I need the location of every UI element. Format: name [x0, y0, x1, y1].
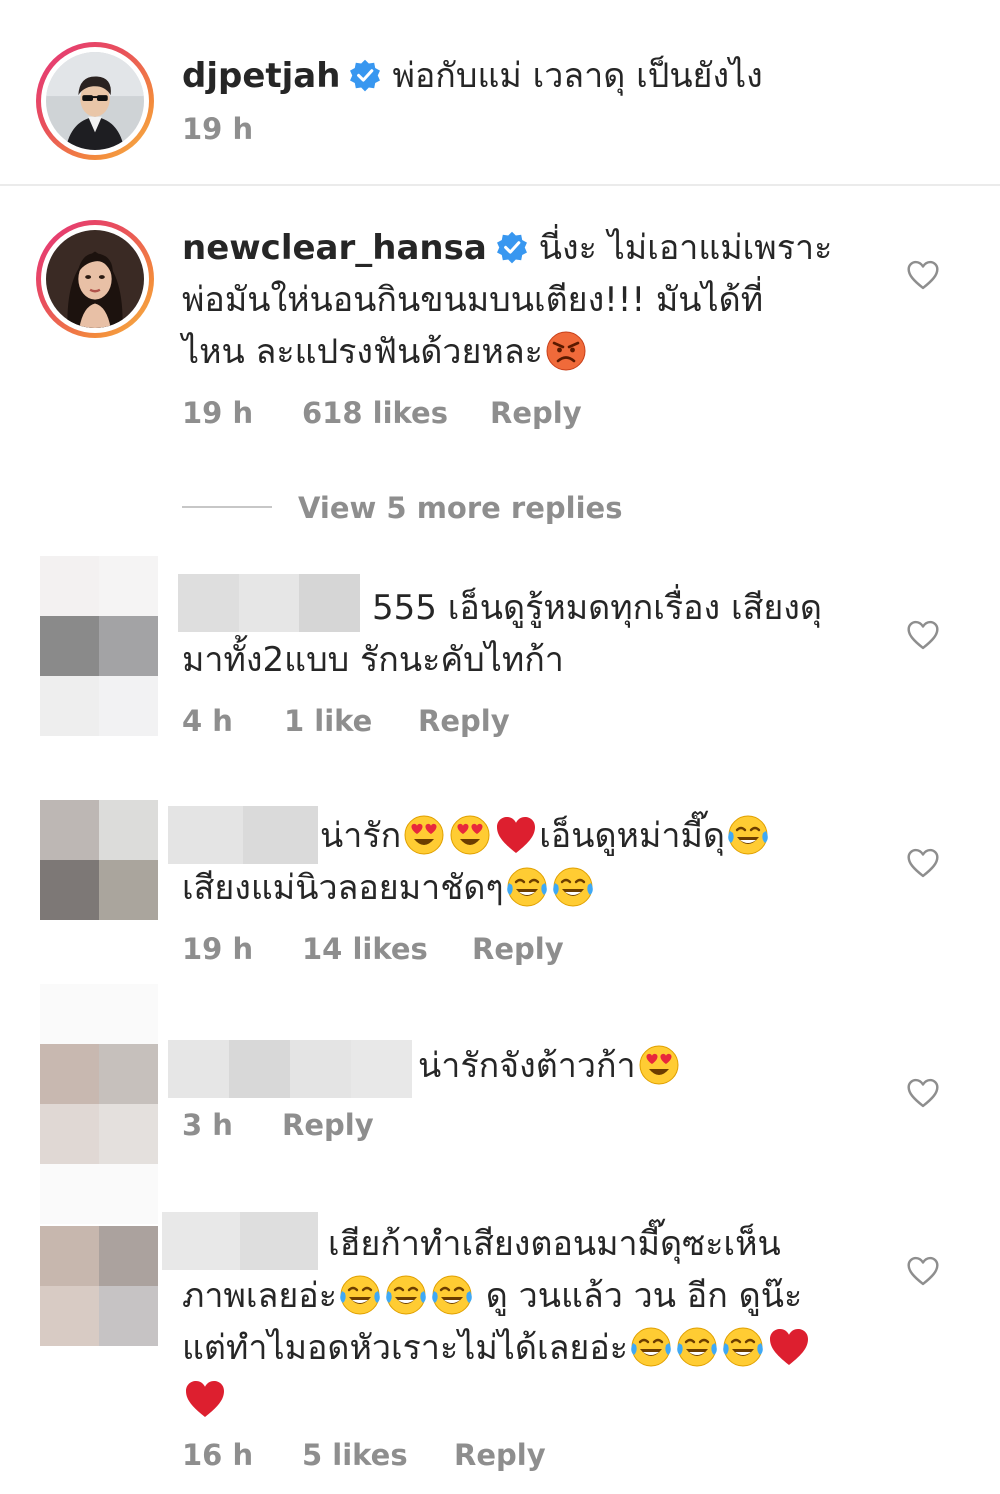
- comment-likes[interactable]: 618 likes: [302, 396, 448, 430]
- post-username[interactable]: djpetjah: [182, 56, 340, 96]
- reply-button[interactable]: Reply: [472, 932, 564, 966]
- tears-of-joy-emoji: [551, 865, 595, 909]
- view-replies-button[interactable]: View 5 more replies: [298, 491, 622, 525]
- comment-time: 19 h: [182, 396, 254, 430]
- red-heart-emoji: [494, 813, 538, 857]
- comment-text: น่ารัก: [320, 816, 402, 856]
- tears-of-joy-emoji: [675, 1325, 719, 1369]
- avatar[interactable]: [46, 230, 144, 328]
- comment-text: เฮียก้าทำเสียงตอนมามี๊ดุซะเห็น: [328, 1224, 781, 1264]
- comment-text: ดู วนแล้ว วน อีก ดูน๊ะ: [474, 1276, 803, 1316]
- verified-badge-icon: [495, 230, 529, 264]
- red-heart-emoji: [767, 1325, 811, 1369]
- comment-2-body: 555 เอ็นดูรู้หมดทุกเรื่อง เสียงดุ มาทั้ง…: [182, 582, 872, 686]
- heart-eyes-emoji: [637, 1043, 681, 1087]
- reply-button[interactable]: Reply: [490, 396, 582, 430]
- comment-time: 3 h: [182, 1108, 233, 1142]
- post-time: 19 h: [182, 112, 254, 146]
- heart-eyes-emoji: [402, 813, 446, 857]
- verified-badge-icon: [348, 58, 382, 92]
- tears-of-joy-emoji: [384, 1273, 428, 1317]
- avatar[interactable]: [40, 556, 158, 736]
- comment-text: แต่ทำไมอดหัวเราะไม่ได้เลยอ่ะ: [182, 1328, 629, 1368]
- tears-of-joy-emoji: [721, 1325, 765, 1369]
- comment-5-body: เฮียก้าทำเสียงตอนมามี๊ดุซะเห็น ภาพเลยอ่ะ…: [182, 1218, 872, 1426]
- comment-likes[interactable]: 14 likes: [302, 932, 428, 966]
- comment-avatar-ring[interactable]: [36, 220, 154, 338]
- comment-1-body: newclear_hansa นี่งะ ไม่เอาแม่เพราะ พ่อมั…: [182, 222, 862, 378]
- comment-text: 555 เอ็นดูรู้หมดทุกเรื่อง เสียงดุ: [372, 588, 822, 628]
- angry-face-emoji: [544, 329, 588, 373]
- comment-time: 16 h: [182, 1438, 254, 1472]
- comment-text: ไหน ละแปรงฟันด้วยหละ: [182, 332, 543, 372]
- reply-button[interactable]: Reply: [418, 704, 510, 738]
- avatar[interactable]: [40, 1226, 158, 1346]
- comment-text: พ่อมันให่นอนกินขนมบนเตียง!!! มันได้ที่: [182, 280, 764, 320]
- tears-of-joy-emoji: [505, 865, 549, 909]
- comment-text: นี่งะ ไม่เอาแม่เพราะ: [538, 228, 833, 268]
- heart-outline-icon[interactable]: [906, 848, 940, 878]
- comment-text: เสียงแม่นิวลอยมาชัดๆ: [182, 868, 504, 908]
- reply-button[interactable]: Reply: [282, 1108, 374, 1142]
- comment-likes[interactable]: 5 likes: [302, 1438, 408, 1472]
- heart-outline-icon[interactable]: [906, 260, 940, 290]
- tears-of-joy-emoji: [629, 1325, 673, 1369]
- comment-likes[interactable]: 1 like: [284, 704, 372, 738]
- comment-text: น่ารักจังต้าวก้า: [418, 1046, 636, 1086]
- tears-of-joy-emoji: [726, 813, 770, 857]
- post-caption-row: djpetjah พ่อกับแม่ เวลาดุ เป็นยังไง: [182, 50, 763, 102]
- comment-time: 4 h: [182, 704, 233, 738]
- comment-text: ภาพเลยอ่ะ: [182, 1276, 337, 1316]
- heart-outline-icon[interactable]: [906, 1078, 940, 1108]
- comment-time: 19 h: [182, 932, 254, 966]
- divider: [0, 184, 1000, 186]
- avatar[interactable]: [40, 984, 158, 1224]
- heart-outline-icon[interactable]: [906, 620, 940, 650]
- heart-eyes-emoji: [448, 813, 492, 857]
- tears-of-joy-emoji: [430, 1273, 474, 1317]
- red-heart-emoji: [183, 1377, 227, 1421]
- comment-username[interactable]: newclear_hansa: [182, 228, 487, 268]
- avatar[interactable]: [46, 52, 144, 150]
- avatar[interactable]: [40, 800, 158, 920]
- comment-text: มาทั้ง2แบบ รักนะคับไทก้า: [182, 640, 564, 680]
- heart-outline-icon[interactable]: [906, 1256, 940, 1286]
- comment-text: เอ็นดูหม่ามี๊ดุ: [539, 816, 725, 856]
- replies-line: [182, 506, 272, 508]
- post-avatar-ring[interactable]: [36, 42, 154, 160]
- post-caption: พ่อกับแม่ เวลาดุ เป็นยังไง: [392, 56, 763, 96]
- reply-button[interactable]: Reply: [454, 1438, 546, 1472]
- tears-of-joy-emoji: [338, 1273, 382, 1317]
- comment-4-body: น่ารักจังต้าวก้า: [182, 1040, 872, 1092]
- comment-3-body: น่ารัก เอ็นดูหม่ามี๊ดุ เสียงแม่นิวลอยมาชั…: [182, 810, 872, 914]
